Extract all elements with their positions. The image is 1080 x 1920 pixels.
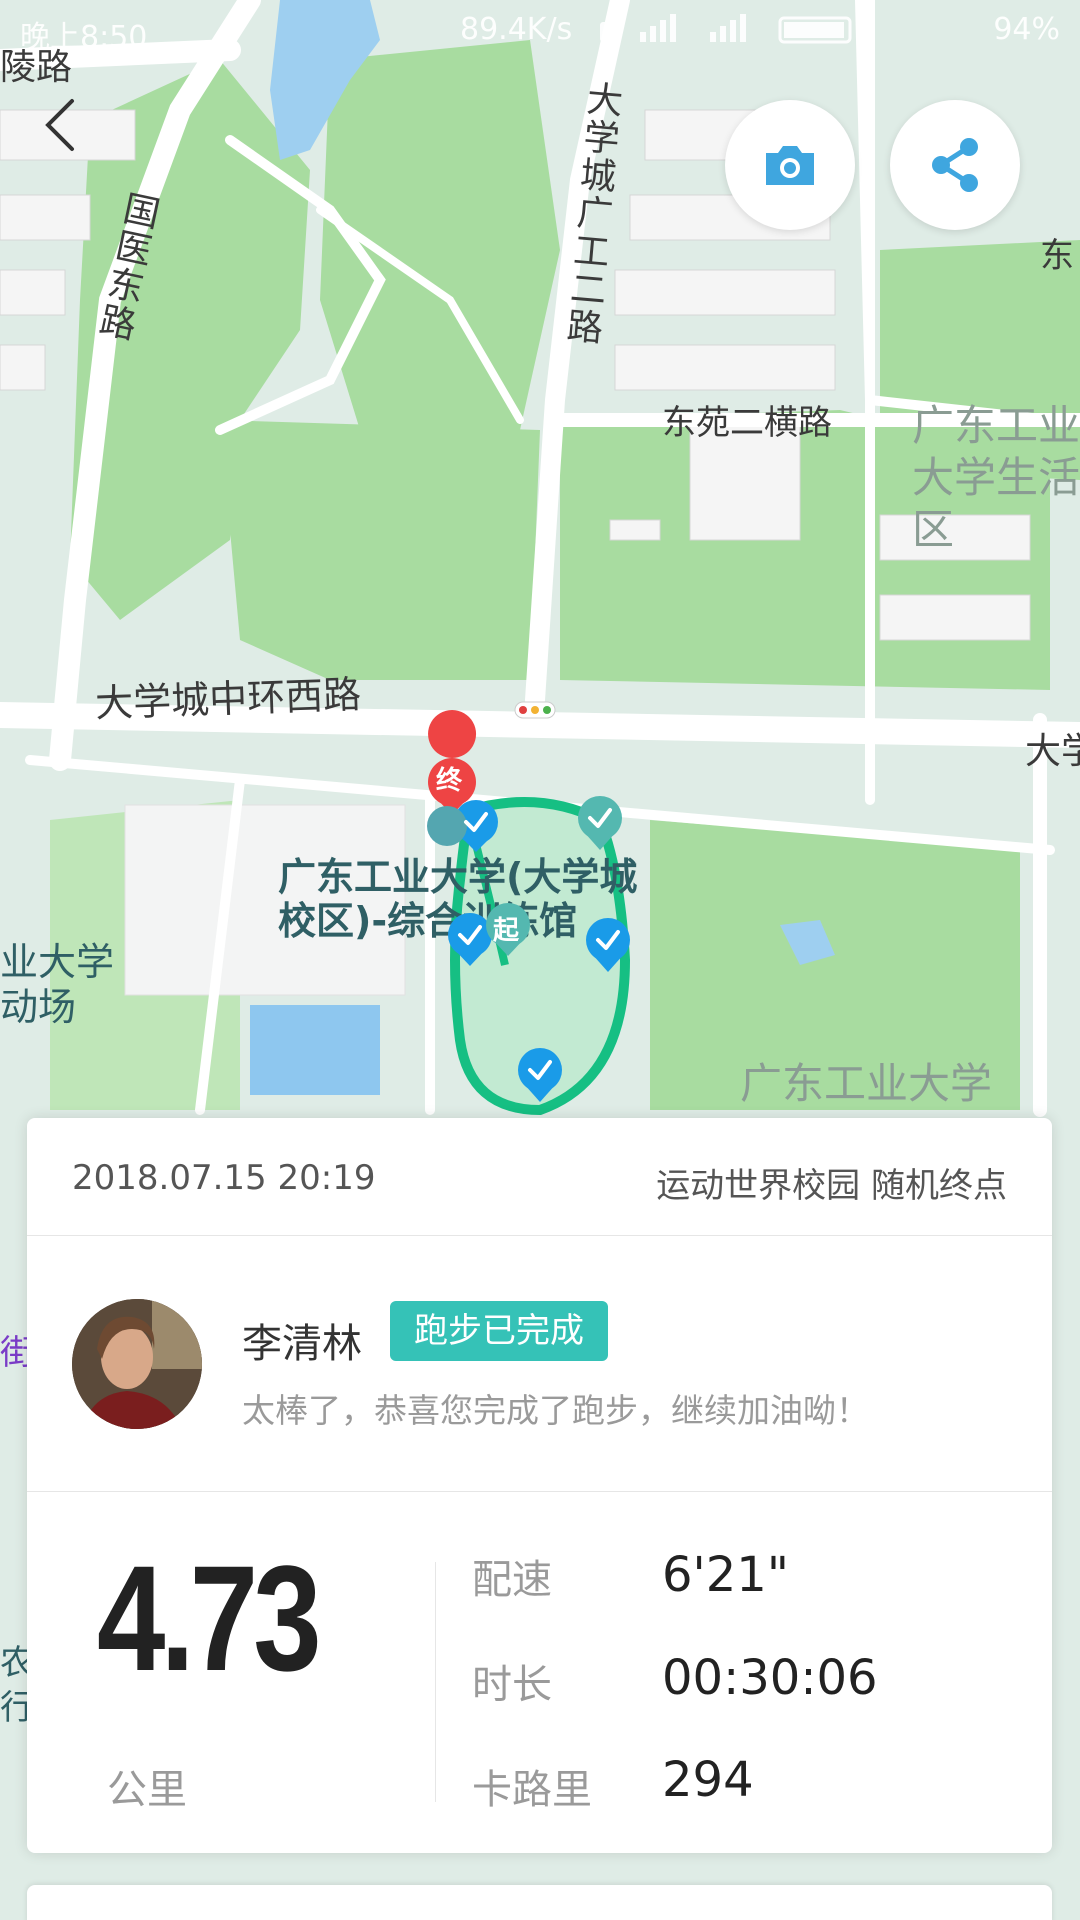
camera-button[interactable] <box>725 100 855 230</box>
run-stats: 4.73 公里 配速 6'21" 时长 00:30:06 卡路里 294 <box>27 1492 1052 1853</box>
start-marker-label: 起 <box>493 916 520 946</box>
chevron-left-icon <box>45 99 74 151</box>
duration-value: 00:30:06 <box>662 1650 878 1706</box>
signal-icons <box>600 12 900 54</box>
divider <box>435 1562 436 1802</box>
status-bar: 晚上8:50 89.4K/s 94% <box>0 0 1080 60</box>
run-result-card: 2018.07.15 20:19 运动世界校园 随机终点 李清林 跑步已完成 太… <box>27 1118 1052 1853</box>
avatar[interactable] <box>72 1299 202 1429</box>
run-date: 2018.07.15 20:19 <box>72 1158 376 1198</box>
distance-unit: 公里 <box>107 1767 187 1813</box>
back-button[interactable] <box>40 95 80 155</box>
congrats-message: 太棒了，恭喜您完成了跑步，继续加油呦！ <box>242 1391 869 1430</box>
share-icon <box>932 138 978 192</box>
calories-value: 294 <box>662 1752 754 1808</box>
pace-value: 6'21" <box>662 1547 789 1603</box>
pace-label: 配速 <box>472 1557 552 1603</box>
network-speed: 89.4K/s <box>460 12 573 47</box>
duration-label: 时长 <box>472 1662 552 1708</box>
share-button[interactable] <box>890 100 1020 230</box>
run-mode: 运动世界校园 随机终点 <box>656 1166 1007 1206</box>
status-time: 晚上8:50 <box>20 20 148 55</box>
user-name: 李清林 <box>242 1321 362 1367</box>
battery-percent: 94% <box>993 12 1060 47</box>
status-badge: 跑步已完成 <box>390 1301 608 1361</box>
calories-label: 卡路里 <box>472 1767 592 1813</box>
bottom-sheet[interactable] <box>27 1885 1052 1920</box>
distance-value: 4.73 <box>97 1534 322 1702</box>
avatar-image <box>72 1299 202 1429</box>
camera-icon <box>766 146 814 185</box>
signal-icon <box>600 14 852 44</box>
end-marker-label: 终 <box>436 766 463 796</box>
run-result-screen: 陵路 国医东路 大学城广工二路 东苑二横路 大学城中环西路 大学 东 街 广东工… <box>0 0 1080 1920</box>
user-section: 李清林 跑步已完成 太棒了，恭喜您完成了跑步，继续加油呦！ <box>27 1236 1052 1492</box>
card-header: 2018.07.15 20:19 运动世界校园 随机终点 <box>27 1118 1052 1236</box>
